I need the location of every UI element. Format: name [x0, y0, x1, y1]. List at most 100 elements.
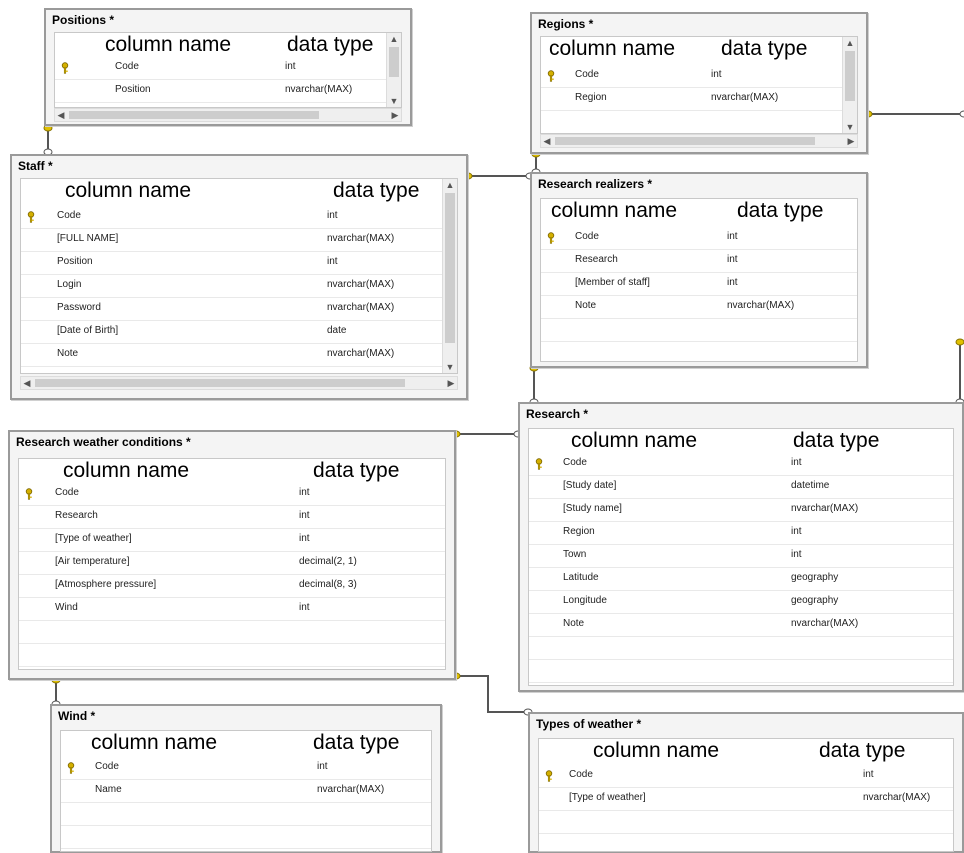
column-row[interactable]: Longitude geography — [529, 591, 953, 614]
empty-row[interactable] — [529, 637, 953, 660]
column-name-cell: [Type of weather] — [569, 792, 646, 803]
data-type-cell: int — [285, 61, 296, 72]
scroll-left-icon[interactable]: ◀ — [55, 109, 67, 121]
data-type-cell: geography — [791, 572, 839, 583]
column-row[interactable]: Code int — [61, 757, 431, 780]
scroll-down-icon[interactable]: ▼ — [443, 361, 457, 373]
horizontal-scrollbar[interactable]: ◀ ▶ — [540, 134, 858, 148]
column-row[interactable]: Latitude geography — [529, 568, 953, 591]
scroll-up-icon[interactable]: ▲ — [843, 37, 857, 49]
column-name-cell: Code — [563, 457, 587, 468]
primary-key-icon — [27, 211, 35, 223]
column-row[interactable]: Password nvarchar(MAX) — [21, 298, 457, 321]
empty-row[interactable] — [61, 803, 431, 826]
column-row[interactable]: Town int — [529, 545, 953, 568]
column-name-header: column name — [549, 37, 676, 60]
column-name-header: column name — [571, 429, 698, 452]
empty-row[interactable] — [19, 644, 445, 667]
columns-grid: column name data type Code int [FULL NAME]… — [20, 178, 458, 374]
horizontal-scrollbar[interactable]: ◀ ▶ — [20, 376, 458, 390]
column-row[interactable]: [Study name] nvarchar(MAX) — [529, 499, 953, 522]
column-row[interactable]: [Atmosphere pressure] decimal(8, 3) — [19, 575, 445, 598]
scroll-thumb[interactable] — [389, 47, 399, 77]
column-row[interactable]: Research int — [19, 506, 445, 529]
column-row[interactable]: Login nvarchar(MAX) — [21, 275, 457, 298]
table-research-weather-conditions[interactable]: Research weather conditions * column nam… — [8, 430, 456, 680]
empty-row[interactable] — [539, 811, 953, 834]
vertical-scrollbar[interactable]: ▲ ▼ — [842, 37, 857, 133]
empty-row[interactable] — [19, 621, 445, 644]
table-types-of-weather[interactable]: Types of weather * column name data type… — [528, 712, 964, 853]
column-row[interactable]: Note nvarchar(MAX) — [21, 344, 457, 367]
data-type-cell: decimal(2, 1) — [299, 556, 357, 567]
column-row[interactable]: [Member of staff] int — [541, 273, 857, 296]
column-row[interactable]: Region int — [529, 522, 953, 545]
scroll-thumb[interactable] — [845, 51, 855, 101]
data-type-header: data type — [793, 429, 880, 452]
column-row[interactable]: Position int — [21, 252, 457, 275]
scroll-thumb[interactable] — [445, 193, 455, 343]
scroll-up-icon[interactable]: ▲ — [387, 33, 401, 45]
column-name-cell: Code — [95, 761, 119, 772]
column-row[interactable]: Code int — [541, 227, 857, 250]
empty-row[interactable] — [539, 834, 953, 851]
column-row[interactable]: [Air temperature] decimal(2, 1) — [19, 552, 445, 575]
scroll-left-icon[interactable]: ◀ — [541, 135, 553, 147]
table-research[interactable]: Research * column name data type Code int… — [518, 402, 964, 692]
data-type-header: data type — [333, 179, 420, 202]
scroll-down-icon[interactable]: ▼ — [387, 95, 401, 107]
column-row[interactable]: Code int — [541, 65, 857, 88]
column-row[interactable]: Note nvarchar(MAX) — [529, 614, 953, 637]
column-row[interactable]: Region nvarchar(MAX) — [541, 88, 857, 111]
column-row[interactable]: Research int — [541, 250, 857, 273]
column-row[interactable]: Note nvarchar(MAX) — [541, 296, 857, 319]
table-title: Staff * — [18, 159, 53, 173]
scroll-thumb[interactable] — [69, 111, 319, 119]
column-row[interactable]: Wind int — [19, 598, 445, 621]
column-row[interactable]: [Type of weather] nvarchar(MAX) — [539, 788, 953, 811]
scroll-right-icon[interactable]: ▶ — [445, 377, 457, 389]
vertical-scrollbar[interactable]: ▲ ▼ — [442, 179, 457, 373]
horizontal-scrollbar[interactable]: ◀ ▶ — [54, 108, 402, 122]
column-name-cell: [FULL NAME] — [57, 233, 119, 244]
scroll-right-icon[interactable]: ▶ — [389, 109, 401, 121]
column-row[interactable]: Position nvarchar(MAX) — [55, 80, 401, 103]
scroll-thumb[interactable] — [555, 137, 815, 145]
primary-key-icon — [61, 62, 69, 74]
table-regions[interactable]: Regions * column name data type Code int R… — [530, 12, 868, 154]
column-name-cell: [Member of staff] — [575, 277, 650, 288]
column-row[interactable]: [Date of Birth] date — [21, 321, 457, 344]
data-type-cell: geography — [791, 595, 839, 606]
column-row[interactable]: Code int — [19, 483, 445, 506]
column-row[interactable]: Code int — [21, 206, 457, 229]
column-row[interactable]: Code int — [539, 765, 953, 788]
data-type-cell: int — [299, 533, 310, 544]
scroll-left-icon[interactable]: ◀ — [21, 377, 33, 389]
empty-row[interactable] — [541, 111, 857, 133]
scroll-up-icon[interactable]: ▲ — [443, 179, 457, 191]
column-row[interactable]: Name nvarchar(MAX) — [61, 780, 431, 803]
empty-row[interactable] — [541, 342, 857, 361]
table-positions[interactable]: Positions * column name data type Code in… — [44, 8, 412, 126]
column-rows: Code int Research int [Type of weather] int [A… — [19, 483, 445, 667]
table-research-realizers[interactable]: Research realizers * column name data ty… — [530, 172, 868, 368]
column-name-cell: Research — [575, 254, 618, 265]
column-row[interactable]: [FULL NAME] nvarchar(MAX) — [21, 229, 457, 252]
column-row[interactable]: [Type of weather] int — [19, 529, 445, 552]
empty-row[interactable] — [61, 826, 431, 849]
empty-row[interactable] — [529, 660, 953, 683]
scroll-right-icon[interactable]: ▶ — [845, 135, 857, 147]
column-row[interactable]: Code int — [55, 57, 401, 80]
scroll-down-icon[interactable]: ▼ — [843, 121, 857, 133]
column-row[interactable]: Code int — [529, 453, 953, 476]
scroll-thumb[interactable] — [35, 379, 405, 387]
column-rows: Code int [Type of weather] nvarchar(MAX) — [539, 765, 953, 851]
table-wind[interactable]: Wind * column name data type Code int Name… — [50, 704, 442, 853]
empty-row[interactable] — [541, 319, 857, 342]
column-row[interactable]: [Study date] datetime — [529, 476, 953, 499]
table-staff[interactable]: Staff * column name data type Code int [FU… — [10, 154, 468, 400]
grid-header: column name data type — [55, 33, 401, 59]
vertical-scrollbar[interactable]: ▲ ▼ — [386, 33, 401, 107]
column-name-cell: [Date of Birth] — [57, 325, 119, 336]
empty-row[interactable] — [21, 367, 457, 373]
